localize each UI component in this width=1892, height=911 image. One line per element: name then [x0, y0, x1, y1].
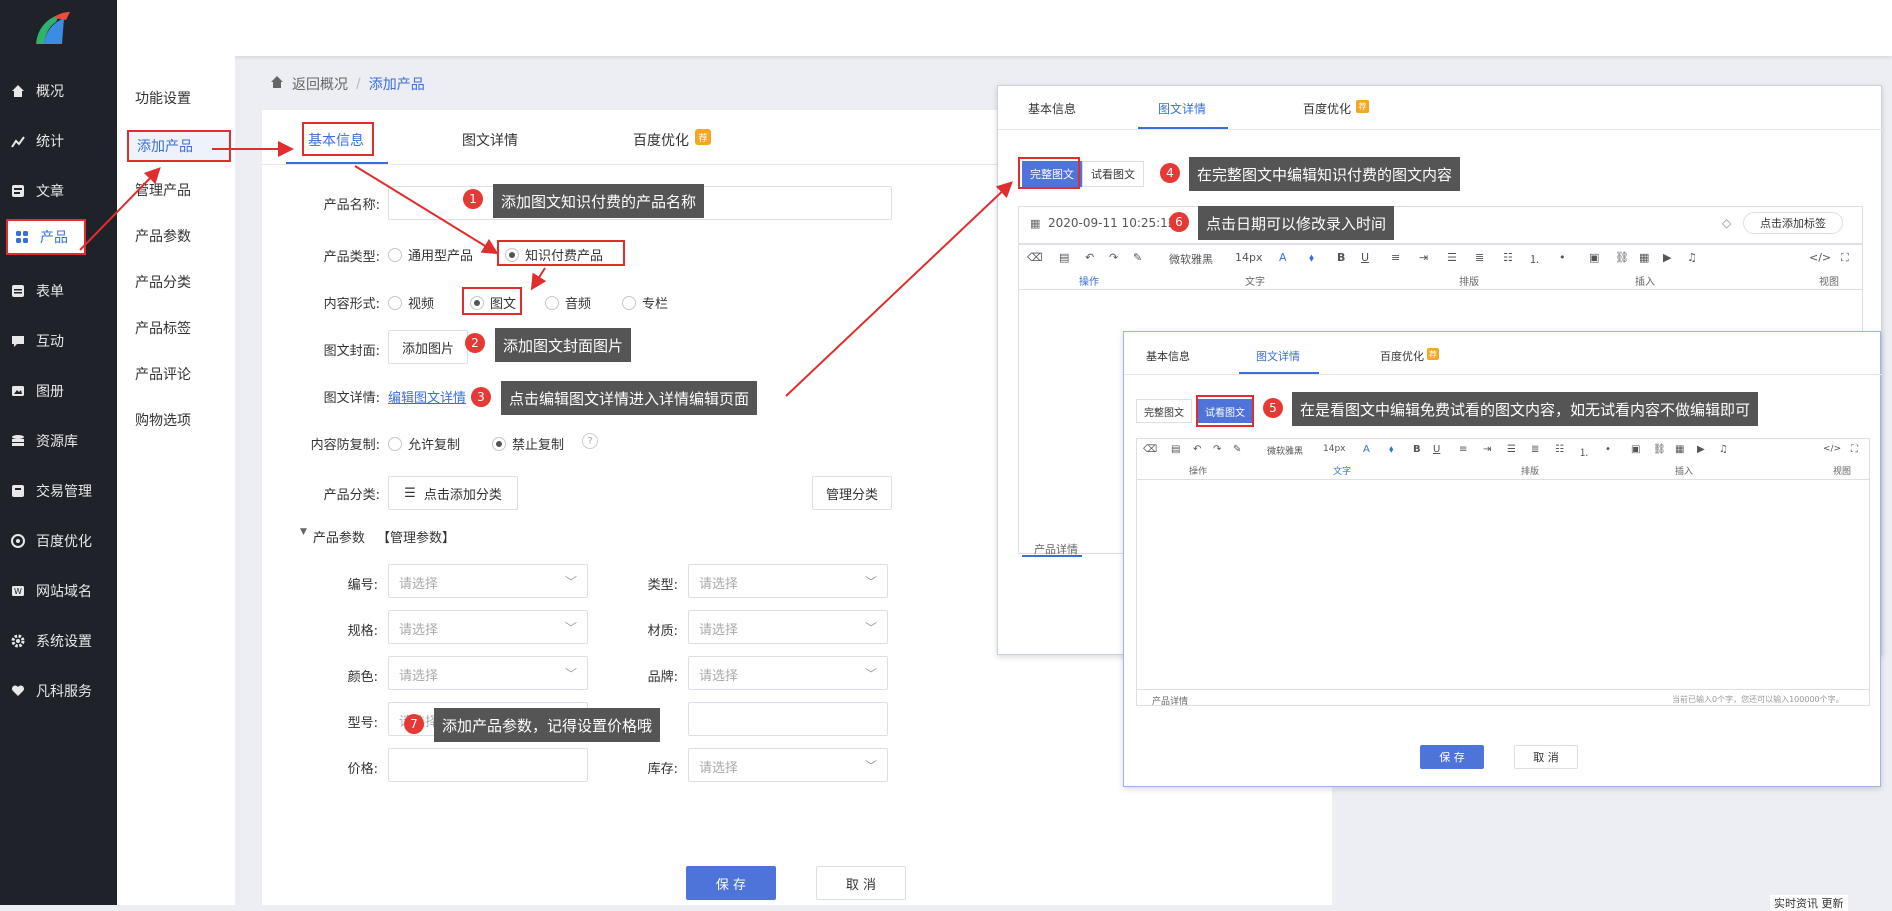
annotation-arrows [79, 141, 1013, 397]
news-ticker[interactable]: 实时资讯 更新 [1770, 895, 1848, 911]
